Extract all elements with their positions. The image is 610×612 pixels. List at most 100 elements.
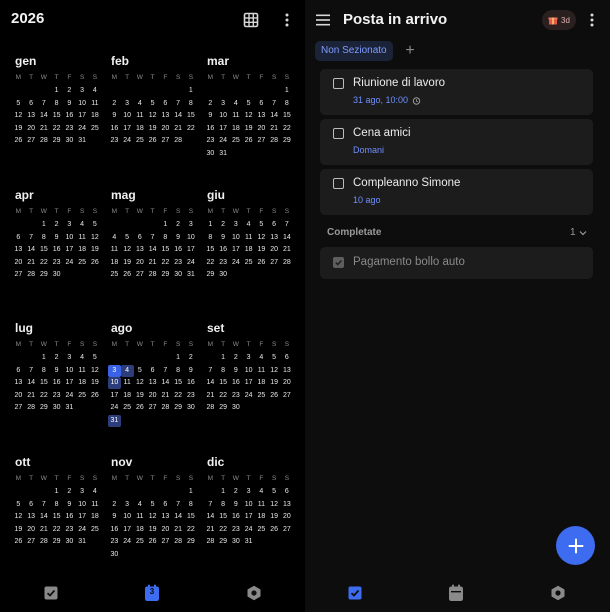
- day-cell[interactable]: 26: [89, 390, 102, 402]
- day-cell[interactable]: 16: [185, 377, 198, 389]
- day-cell[interactable]: 27: [12, 269, 25, 281]
- day-cell[interactable]: 18: [134, 524, 147, 536]
- day-cell[interactable]: 28: [204, 402, 217, 414]
- day-cell[interactable]: 29: [38, 402, 51, 414]
- day-cell[interactable]: 12: [89, 232, 102, 244]
- day-cell[interactable]: 13: [281, 365, 294, 377]
- day-cell[interactable]: 8: [159, 232, 172, 244]
- day-cell[interactable]: 1: [204, 219, 217, 231]
- day-cell[interactable]: 2: [63, 85, 76, 97]
- day-cell[interactable]: 17: [63, 244, 76, 256]
- day-cell[interactable]: 3: [242, 352, 255, 364]
- day-cell[interactable]: 18: [76, 377, 89, 389]
- day-cell[interactable]: 31: [217, 148, 230, 160]
- day-cell[interactable]: 15: [38, 244, 51, 256]
- day-cell[interactable]: 28: [25, 402, 38, 414]
- day-cell[interactable]: 18: [89, 511, 102, 523]
- premium-badge[interactable]: 3d: [542, 10, 576, 30]
- day-cell[interactable]: 25: [89, 123, 102, 135]
- day-cell[interactable]: 28: [172, 536, 185, 548]
- day-cell[interactable]: 10: [63, 365, 76, 377]
- day-cell[interactable]: 20: [25, 524, 38, 536]
- day-cell[interactable]: 4: [255, 352, 268, 364]
- day-cell[interactable]: 31: [63, 402, 76, 414]
- day-cell[interactable]: 30: [204, 148, 217, 160]
- day-cell[interactable]: 1: [281, 85, 294, 97]
- day-cell[interactable]: 10: [63, 232, 76, 244]
- month-name[interactable]: giu: [207, 188, 300, 202]
- day-cell[interactable]: 3: [76, 486, 89, 498]
- day-cell[interactable]: 17: [63, 377, 76, 389]
- day-cell[interactable]: 22: [159, 257, 172, 269]
- day-cell[interactable]: 29: [204, 269, 217, 281]
- day-cell[interactable]: 23: [230, 524, 243, 536]
- day-cell[interactable]: 13: [159, 110, 172, 122]
- day-cell[interactable]: 18: [76, 244, 89, 256]
- day-cell[interactable]: 13: [281, 499, 294, 511]
- day-cell[interactable]: 19: [146, 123, 159, 135]
- day-cell[interactable]: 5: [146, 499, 159, 511]
- day-cell[interactable]: 8: [204, 232, 217, 244]
- day-cell[interactable]: 27: [281, 390, 294, 402]
- day-cell[interactable]: 12: [268, 499, 281, 511]
- day-cell[interactable]: 20: [12, 257, 25, 269]
- day-cell[interactable]: 1: [50, 85, 63, 97]
- day-cell[interactable]: 13: [159, 511, 172, 523]
- day-cell[interactable]: 11: [255, 365, 268, 377]
- task-item[interactable]: Cena amici Domani: [320, 119, 593, 165]
- day-cell[interactable]: 11: [121, 377, 134, 389]
- day-cell[interactable]: 20: [281, 511, 294, 523]
- day-cell[interactable]: 24: [76, 524, 89, 536]
- day-cell[interactable]: 27: [25, 536, 38, 548]
- day-cell[interactable]: 8: [38, 232, 51, 244]
- day-cell[interactable]: 22: [217, 390, 230, 402]
- day-cell[interactable]: 23: [63, 123, 76, 135]
- day-cell[interactable]: 6: [12, 232, 25, 244]
- day-cell[interactable]: 7: [204, 499, 217, 511]
- day-cell[interactable]: 27: [134, 269, 147, 281]
- day-cell[interactable]: 11: [108, 244, 121, 256]
- day-cell[interactable]: 6: [159, 499, 172, 511]
- day-cell[interactable]: 2: [217, 219, 230, 231]
- day-cell[interactable]: 7: [159, 365, 172, 377]
- day-cell[interactable]: 24: [121, 536, 134, 548]
- day-cell[interactable]: 28: [25, 269, 38, 281]
- day-cell[interactable]: 23: [204, 135, 217, 147]
- task-item[interactable]: Riunione di lavoro 31 ago, 10:00: [320, 69, 593, 115]
- day-cell[interactable]: 27: [159, 135, 172, 147]
- day-cell[interactable]: 16: [230, 377, 243, 389]
- day-cell[interactable]: 2: [172, 219, 185, 231]
- day-cell[interactable]: 5: [268, 486, 281, 498]
- day-cell[interactable]: 11: [230, 110, 243, 122]
- day-cell[interactable]: 3: [63, 219, 76, 231]
- day-cell[interactable]: 18: [255, 377, 268, 389]
- day-cell[interactable]: 26: [268, 524, 281, 536]
- day-cell[interactable]: 4: [120, 364, 134, 377]
- day-cell[interactable]: 9: [108, 110, 121, 122]
- checkbox-icon[interactable]: [345, 583, 365, 603]
- day-cell[interactable]: 8: [50, 499, 63, 511]
- day-cell[interactable]: 12: [12, 511, 25, 523]
- completed-section-title[interactable]: Completate: [327, 227, 381, 238]
- day-cell[interactable]: 21: [172, 123, 185, 135]
- day-cell[interactable]: 15: [185, 110, 198, 122]
- day-cell[interactable]: 4: [134, 98, 147, 110]
- day-cell[interactable]: 28: [281, 257, 294, 269]
- day-cell[interactable]: 19: [12, 123, 25, 135]
- day-cell[interactable]: 21: [38, 524, 51, 536]
- day-cell[interactable]: 10: [76, 98, 89, 110]
- day-cell[interactable]: 8: [217, 499, 230, 511]
- day-cell[interactable]: 12: [242, 110, 255, 122]
- day-cell[interactable]: 18: [89, 110, 102, 122]
- day-cell[interactable]: 25: [134, 135, 147, 147]
- day-cell[interactable]: 16: [108, 123, 121, 135]
- day-cell[interactable]: 20: [281, 377, 294, 389]
- day-cell[interactable]: 2: [50, 219, 63, 231]
- day-cell[interactable]: 3: [76, 85, 89, 97]
- day-cell[interactable]: 6: [134, 232, 147, 244]
- day-cell[interactable]: 29: [217, 402, 230, 414]
- day-cell[interactable]: 4: [89, 486, 102, 498]
- day-cell[interactable]: 24: [63, 390, 76, 402]
- day-cell[interactable]: 25: [76, 257, 89, 269]
- day-cell[interactable]: 9: [50, 365, 63, 377]
